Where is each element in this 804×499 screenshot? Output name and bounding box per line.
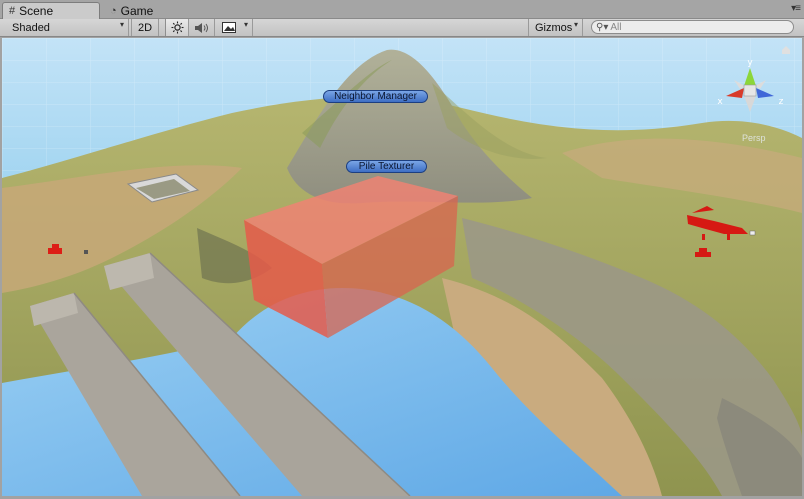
gizmos-dropdown[interactable]: Gizmos ▾ — [528, 19, 583, 36]
tab-strip: # Scene ◔ Game ▾≡ — [0, 0, 804, 19]
shading-mode-value: Shaded — [12, 21, 50, 34]
gizmo-axis-z: z — [779, 97, 784, 107]
scene-effects-dropdown[interactable]: ▾ — [216, 19, 253, 36]
grid-icon: # — [9, 5, 16, 17]
scene-lighting-button[interactable] — [165, 19, 189, 36]
gizmo-axis-y: y — [747, 58, 753, 68]
dropdown-arrow-icon: ▾ — [119, 20, 124, 29]
scene-render: y x z — [2, 38, 802, 496]
scene-toolbar: Shaded ▾ 2D ▾ Gizmos ▾ ⚲▾ All — [0, 19, 804, 37]
dropdown-arrow-icon: ▾ — [243, 20, 248, 29]
tab-game-label: Game — [120, 3, 154, 18]
scene-viewport[interactable]: y x z Neighbor Manager Pile Texturer Per… — [2, 38, 802, 496]
gizmo-axis-x: x — [717, 97, 723, 107]
sun-icon — [171, 21, 183, 34]
neighbor-manager-label[interactable]: Neighbor Manager — [323, 90, 428, 103]
toggle-2d-button[interactable]: 2D — [131, 19, 159, 36]
projection-label[interactable]: Persp — [742, 133, 766, 143]
pacman-icon: ◔ — [110, 4, 117, 17]
dropdown-arrow-icon: ▾ — [573, 20, 578, 29]
tab-menu-icon[interactable]: ▾≡ — [791, 3, 801, 14]
scene-window: # Scene ◔ Game ▾≡ Shaded ▾ 2D ▾ Gizmos ▾… — [0, 0, 804, 499]
search-icon: ⚲▾ — [596, 21, 609, 33]
toggle-2d-label: 2D — [137, 21, 153, 34]
speaker-icon — [194, 22, 208, 33]
search-placeholder: All — [610, 21, 622, 33]
pile-texturer-label[interactable]: Pile Texturer — [346, 160, 427, 173]
tab-game[interactable]: ◔ Game — [104, 2, 184, 19]
shading-mode-dropdown[interactable]: Shaded ▾ — [0, 19, 129, 36]
scene-audio-button[interactable] — [189, 19, 215, 36]
image-icon — [222, 22, 236, 33]
hierarchy-search-input[interactable]: ⚲▾ All — [591, 20, 794, 34]
tab-scene[interactable]: # Scene — [2, 2, 100, 19]
tab-scene-label: Scene — [19, 4, 54, 18]
gizmos-label: Gizmos — [535, 21, 573, 34]
